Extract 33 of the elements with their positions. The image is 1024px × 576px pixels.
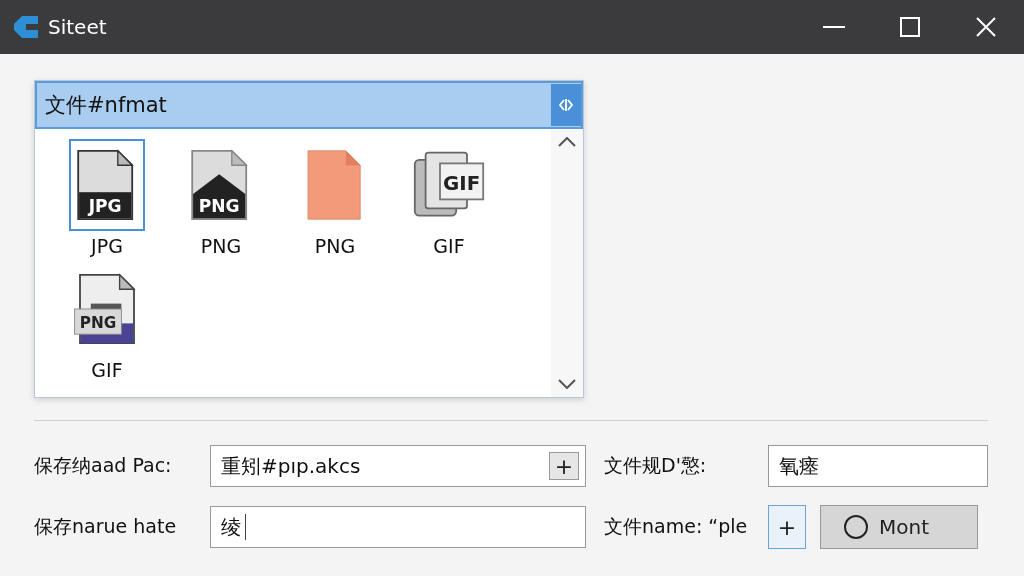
- save-name-label: 保存narue hate: [34, 514, 178, 539]
- close-icon: [976, 17, 996, 37]
- scroll-up-icon: [558, 137, 576, 147]
- format-combo[interactable]: 文件#nfmat: [35, 81, 583, 129]
- app-logo-icon: [12, 14, 40, 40]
- file-type-label: GIF: [91, 359, 123, 381]
- file-rule-field[interactable]: 氧瘗: [768, 445, 988, 487]
- file-type-label: PNG: [314, 235, 356, 257]
- file-type-item[interactable]: PNG: [279, 139, 391, 263]
- spin-icon: [559, 98, 573, 112]
- file-type-label: PNG: [200, 235, 242, 257]
- file-icon: JPG: [69, 139, 145, 231]
- add-button[interactable]: +: [768, 505, 806, 549]
- file-name-label: 文件name: “ple: [604, 514, 749, 539]
- file-type-item[interactable]: GIF GIF: [393, 139, 505, 263]
- add-button[interactable]: +: [549, 452, 579, 480]
- file-rule-label: 文件规D'憼:: [604, 453, 708, 478]
- window-title: Siteet: [48, 15, 108, 39]
- file-type-item[interactable]: PNG GIF: [51, 263, 163, 387]
- file-type-item[interactable]: JPG JPG: [51, 139, 163, 263]
- minimize-icon: [823, 25, 845, 29]
- mount-button[interactable]: Mont: [820, 505, 978, 549]
- circle-icon: [843, 514, 869, 540]
- file-type-label: JPG: [91, 235, 123, 257]
- scroll-down-icon: [558, 379, 576, 389]
- dropdown-button[interactable]: [551, 84, 581, 126]
- file-type-item[interactable]: PNG PNG: [165, 139, 277, 263]
- save-path-label: 保存纳aad Pac:: [34, 453, 173, 478]
- save-path-field[interactable]: 重矧#pıp.akcs +: [210, 445, 586, 487]
- file-type-label: GIF: [433, 235, 465, 257]
- scrollbar[interactable]: [551, 129, 583, 397]
- save-name-field[interactable]: 绫: [210, 506, 586, 548]
- maximize-icon: [900, 17, 920, 37]
